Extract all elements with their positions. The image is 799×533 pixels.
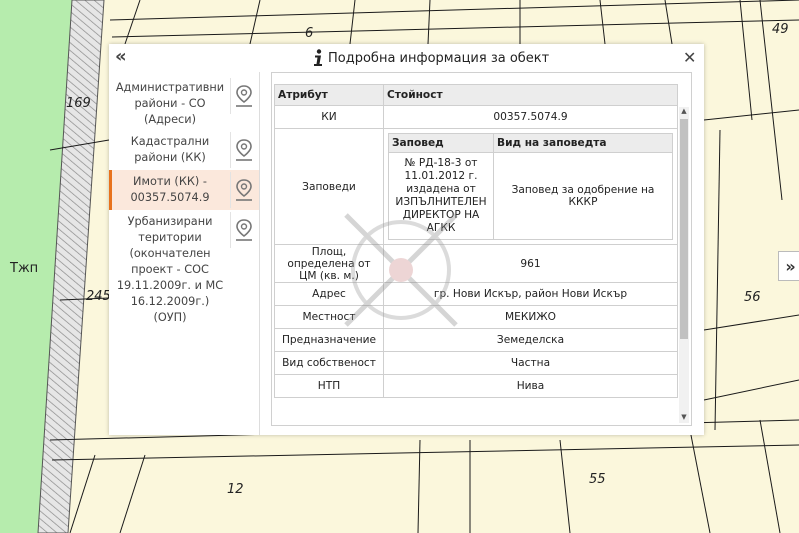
header-order: Заповед [388, 133, 494, 153]
collapse-panel-button[interactable]: « [115, 48, 127, 66]
table-row: КИ 00357.5074.9 [274, 105, 678, 129]
table-row: Предназначение Земеделска [274, 328, 678, 352]
table-row: Площ, определена от ЦМ (кв. м.) 961 [274, 244, 678, 283]
attr-key: Адрес [274, 282, 384, 306]
attribute-table: Атрибут Стойност КИ 00357.5074.9 Заповед… [274, 84, 678, 398]
attr-key: Площ, определена от ЦМ (кв. м.) [274, 244, 384, 283]
sidebar-item-label: Имоти (КК) - 00357.5074.9 [130, 175, 210, 204]
panel-title: Подробна информация за обект [328, 51, 550, 66]
table-row: Вид собственост Частна [274, 351, 678, 375]
sidebar-item-label: Административни райони - СО (Адреси) [115, 81, 225, 126]
scrollbar[interactable]: ▲ ▼ [679, 107, 689, 423]
layer-sidebar: Административни райони - СО (Адреси) Кад… [109, 72, 260, 435]
attr-value: Частна [383, 351, 678, 375]
orders-cell: Заповед Вид на заповедта № РД-18-3 от 11… [383, 128, 678, 245]
scrollbar-thumb[interactable] [680, 119, 688, 339]
sidebar-item-label: Урбанизирани територии (окончателен прое… [116, 215, 224, 324]
header-value: Стойност [383, 84, 678, 106]
sidebar-item-label: Кадастрални райони (КК) [130, 135, 210, 164]
orders-table: Заповед Вид на заповедта № РД-18-3 от 11… [388, 133, 673, 240]
order-type-value: Заповед за одобрение на КККР [493, 152, 673, 240]
parcel-label: 56 [744, 290, 761, 305]
parcel-label: 55 [589, 472, 606, 487]
sidebar-item-cadastral-regions[interactable]: Кадастрални райони (КК) [109, 130, 259, 170]
attr-key: Предназначение [274, 328, 384, 352]
zone-label: Тжп [10, 261, 39, 276]
table-row: Адрес гр. Нови Искър, район Нови Искър [274, 282, 678, 306]
attr-key: НТП [274, 374, 384, 398]
close-button[interactable]: ✕ [683, 48, 696, 67]
attr-value: Земеделска [383, 328, 678, 352]
sidebar-item-properties[interactable]: Имоти (КК) - 00357.5074.9 [109, 170, 259, 210]
parcel-label: 6 [305, 26, 314, 41]
parcel-label: 12 [227, 482, 244, 497]
map-pin-icon[interactable] [230, 172, 257, 208]
map-pin-icon[interactable] [230, 78, 257, 114]
object-info-panel: « Подробна информация за обект ✕ Админис… [109, 44, 704, 435]
parcel-label: 169 [66, 96, 91, 111]
parcel-label: 245 [86, 289, 111, 304]
info-icon [314, 49, 322, 66]
attribute-content: Атрибут Стойност КИ 00357.5074.9 Заповед… [271, 72, 692, 426]
header-order-type: Вид на заповедта [493, 133, 673, 153]
expand-panel-button[interactable]: » [778, 251, 799, 281]
header-attribute: Атрибут [274, 84, 384, 106]
attr-value: 961 [383, 244, 678, 283]
attr-key: Местност [274, 305, 384, 329]
attr-value: Нива [383, 374, 678, 398]
sidebar-item-admin-regions[interactable]: Административни райони - СО (Адреси) [109, 78, 259, 130]
attr-key: Вид собственост [274, 351, 384, 375]
panel-header: « Подробна информация за обект ✕ [109, 44, 704, 72]
attr-value: МЕКИЖО [383, 305, 678, 329]
parcel-label: 49 [772, 22, 789, 37]
map-pin-icon[interactable] [230, 212, 257, 248]
scroll-down-icon[interactable]: ▼ [680, 413, 688, 421]
attr-key: КИ [274, 105, 384, 129]
table-row: Местност МЕКИЖО [274, 305, 678, 329]
attr-value: гр. Нови Искър, район Нови Искър [383, 282, 678, 306]
scroll-up-icon[interactable]: ▲ [680, 107, 688, 115]
table-row: НТП Нива [274, 374, 678, 398]
sidebar-item-urbanized-territories[interactable]: Урбанизирани територии (окончателен прое… [109, 212, 259, 324]
table-row: Заповеди Заповед Вид на заповедта № РД-1… [274, 128, 678, 245]
attr-key: Заповеди [274, 128, 384, 245]
map-pin-icon[interactable] [230, 132, 257, 168]
order-value: № РД-18-3 от 11.01.2012 г. издадена от И… [388, 152, 494, 240]
attr-value[interactable]: 00357.5074.9 [383, 105, 678, 129]
